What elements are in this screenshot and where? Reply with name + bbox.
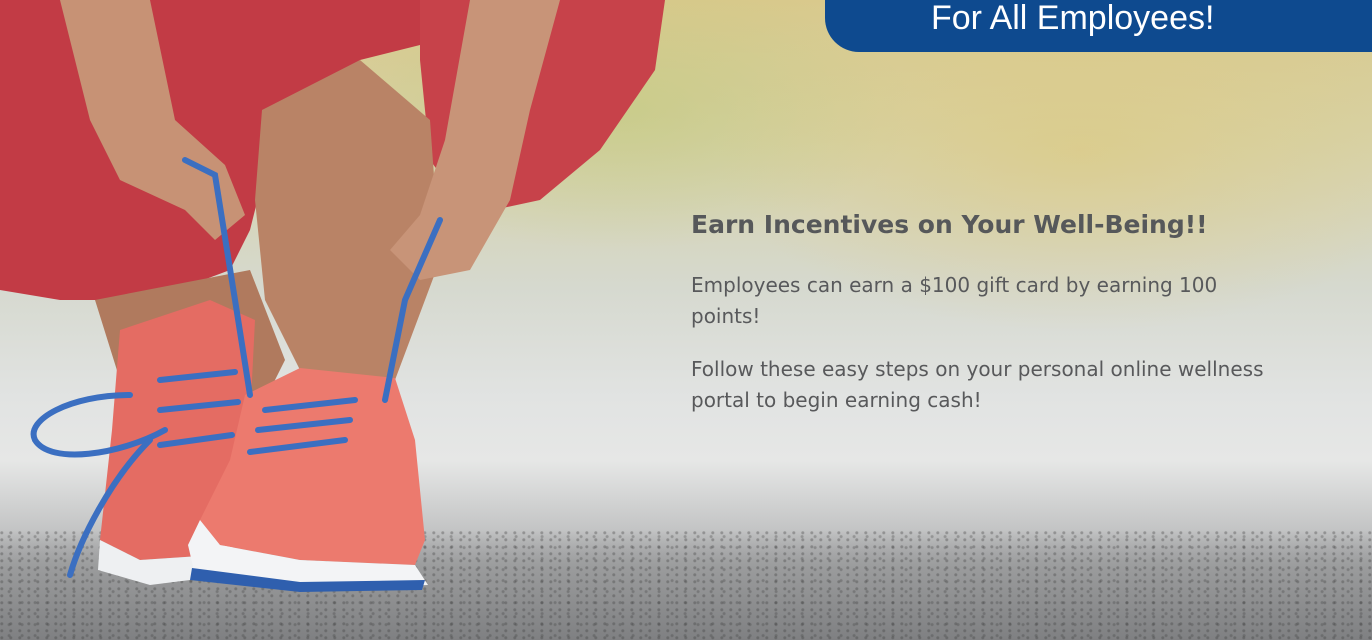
incentive-copy: Earn Incentives on Your Well-Being!! Emp… — [691, 208, 1311, 438]
employees-banner: For All Employees! — [825, 0, 1372, 52]
incentive-paragraph-1: Employees can earn a $100 gift card by e… — [691, 273, 1218, 328]
leg-right — [255, 60, 440, 380]
incentive-heading: Earn Incentives on Your Well-Being!! — [691, 210, 1208, 239]
banner-text: For All Employees! — [931, 0, 1215, 37]
hero-photo — [0, 0, 665, 592]
incentive-paragraph-2: Follow these easy steps on your personal… — [691, 357, 1264, 412]
